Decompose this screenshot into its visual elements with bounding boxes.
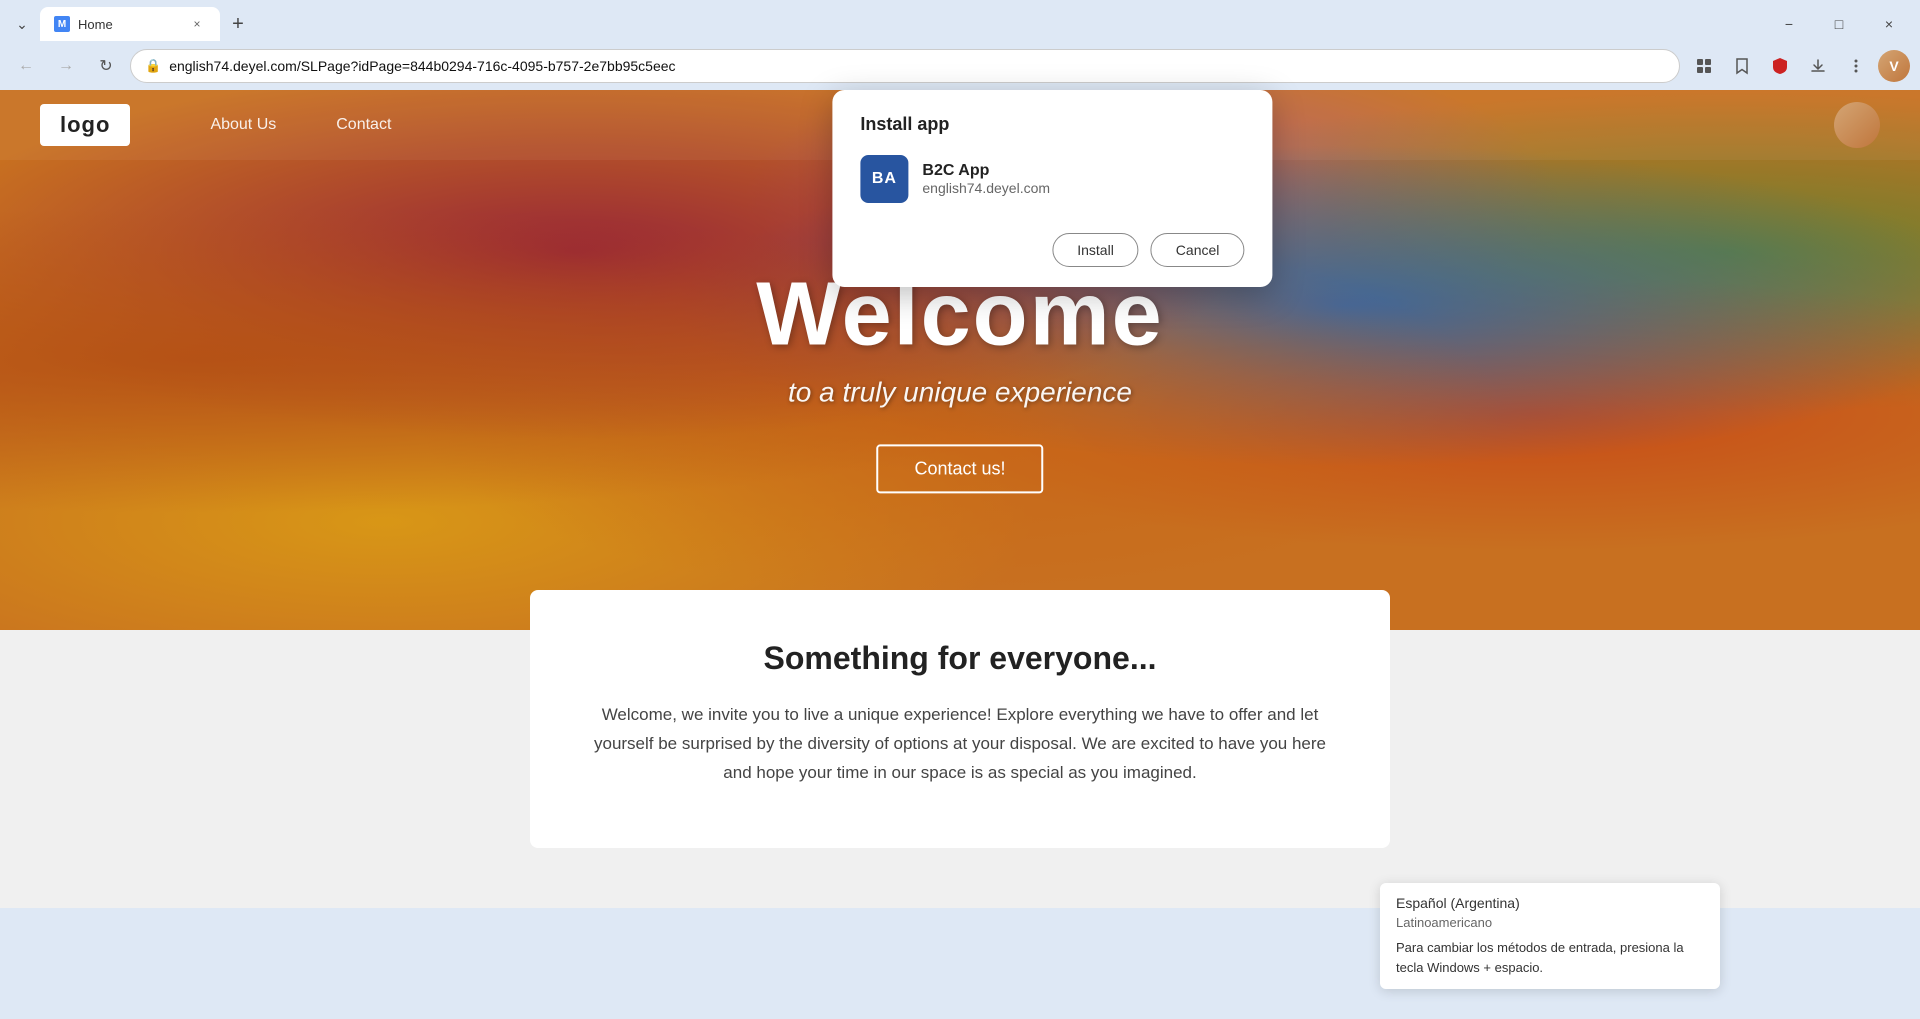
dialog-title: Install app [860, 114, 1244, 135]
dialog-buttons: Install Cancel [860, 233, 1244, 267]
new-tab-button[interactable]: + [224, 10, 252, 38]
tab-title: Home [78, 17, 180, 32]
language-option-2: Latinoamericano [1396, 915, 1704, 930]
browser-chrome: ⌄ M Home × + − □ × ← → ↻ 🔒 english74.dey… [0, 0, 1920, 90]
app-icon: BA [860, 155, 908, 203]
dialog-app-row: BA B2C App english74.deyel.com [860, 155, 1244, 203]
window-controls: − □ × [1766, 8, 1912, 40]
address-bar-row: ← → ↻ 🔒 english74.deyel.com/SLPage?idPag… [0, 42, 1920, 90]
extensions-button[interactable] [1688, 50, 1720, 82]
bitwarden-button[interactable] [1764, 50, 1796, 82]
language-option-1: Español (Argentina) [1396, 895, 1704, 911]
language-tooltip: Español (Argentina) Latinoamericano Para… [1380, 883, 1720, 989]
profile-avatar[interactable]: V [1878, 50, 1910, 82]
bookmark-button[interactable] [1726, 50, 1758, 82]
lock-icon: 🔒 [145, 58, 161, 74]
language-hint: Para cambiar los métodos de entrada, pre… [1396, 938, 1704, 977]
tab-overflow-btn[interactable]: ⌄ [8, 10, 36, 38]
tab-favicon: M [54, 16, 70, 32]
tab-close-button[interactable]: × [188, 15, 206, 33]
dialog-overlay: Install app BA B2C App english74.deyel.c… [0, 90, 1920, 1019]
minimize-button[interactable]: − [1766, 8, 1812, 40]
cancel-button[interactable]: Cancel [1151, 233, 1245, 267]
toolbar-actions: V [1688, 50, 1910, 82]
back-button[interactable]: ← [10, 50, 42, 82]
refresh-button[interactable]: ↻ [90, 50, 122, 82]
close-window-button[interactable]: × [1866, 8, 1912, 40]
app-name: B2C App [922, 162, 1050, 180]
install-button[interactable]: Install [1052, 233, 1139, 267]
maximize-button[interactable]: □ [1816, 8, 1862, 40]
title-bar: ⌄ M Home × + − □ × [0, 0, 1920, 42]
tab-strip: M Home × + [40, 7, 1762, 41]
menu-button[interactable] [1840, 50, 1872, 82]
forward-button[interactable]: → [50, 50, 82, 82]
app-info: B2C App english74.deyel.com [922, 162, 1050, 196]
active-tab[interactable]: M Home × [40, 7, 220, 41]
app-domain: english74.deyel.com [922, 180, 1050, 196]
downloads-button[interactable] [1802, 50, 1834, 82]
install-app-dialog: Install app BA B2C App english74.deyel.c… [832, 90, 1272, 287]
address-bar[interactable]: 🔒 english74.deyel.com/SLPage?idPage=844b… [130, 49, 1680, 83]
url-text: english74.deyel.com/SLPage?idPage=844b02… [169, 58, 1665, 74]
